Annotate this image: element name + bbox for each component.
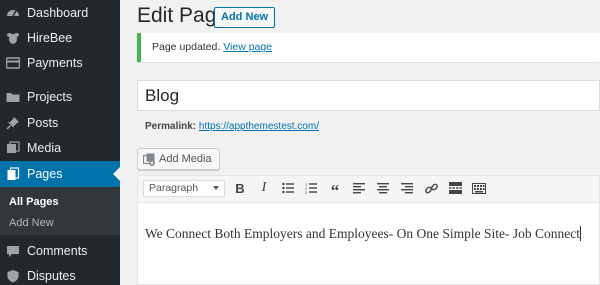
sidebar-item-label: Dashboard [27,6,89,20]
comments-icon [7,246,19,257]
align-center-button[interactable] [376,181,390,195]
sidebar-item-disputes[interactable]: Disputes [0,263,120,285]
shield-icon [7,270,19,283]
add-media-button[interactable]: Add Media [137,148,220,170]
align-right-icon [401,183,413,194]
payments-icon [6,57,20,69]
link-icon [424,183,438,193]
submenu-item-add-new[interactable]: Add New [9,217,54,229]
dashboard-icon [7,10,19,17]
add-media-label: Add Media [159,153,212,165]
sidebar-item-payments[interactable]: Payments [0,50,120,76]
toolbar-toggle-icon [472,182,486,194]
media-icon [7,141,20,153]
italic-icon: I [261,180,267,195]
sidebar-item-media[interactable]: Media [0,135,120,161]
insert-link-button[interactable] [424,181,438,195]
post-title-input[interactable] [137,80,600,111]
submenu-item-all-pages[interactable]: All Pages [9,196,59,208]
permalink-label: Permalink: [145,121,197,132]
sidebar-item-dashboard[interactable]: Dashboard [0,0,120,26]
sidebar-item-projects[interactable]: Projects [0,84,120,110]
bold-icon: B [235,180,245,196]
sidebar-item-label: Pages [27,167,63,181]
blockquote-icon: “ [330,181,340,200]
sidebar-item-label: Media [27,141,62,155]
sidebar-item-posts[interactable]: Posts [0,110,120,136]
hirebee-icon [7,33,19,44]
sidebar-item-label: Posts [27,116,59,130]
sidebar-item-label: Projects [27,90,73,104]
folder-icon [6,93,20,102]
pin-icon [6,117,19,130]
italic-button[interactable]: I [257,180,271,195]
bullet-list-icon [282,182,294,194]
svg-text:3: 3 [305,190,308,194]
editor-toolbar: Paragraph B I 123 “ [137,175,600,202]
read-more-icon [448,182,462,194]
format-select-value: Paragraph [149,182,199,194]
numbered-list-button[interactable]: 123 [304,181,318,195]
add-new-button[interactable]: Add New [214,7,276,28]
admin-sidebar: Dashboard HireBee Payments Projects Post… [0,0,120,285]
permalink-link[interactable]: https://appthemestest.com/ [199,121,319,132]
sidebar-item-pages[interactable]: Pages [0,161,120,187]
align-right-button[interactable] [400,181,414,195]
read-more-button[interactable] [448,181,462,195]
success-notice: Page updated. View page [137,33,600,62]
text-cursor [579,226,581,241]
align-center-icon [377,183,389,194]
content-editor[interactable]: We Connect Both Employers and Employees-… [137,202,600,285]
toolbar-toggle-button[interactable] [472,181,486,195]
sidebar-item-comments[interactable]: Comments [0,238,120,264]
format-select[interactable]: Paragraph [143,180,225,197]
notice-message: Page updated. [152,41,221,53]
view-page-link[interactable]: View page [223,41,272,53]
pages-icon [7,167,20,180]
editor-content: We Connect Both Employers and Employees-… [145,226,580,241]
sidebar-item-hirebee[interactable]: HireBee [0,25,120,51]
chevron-down-icon [213,186,219,190]
bullet-list-button[interactable] [281,181,295,195]
add-media-icon [143,153,155,166]
blockquote-button[interactable]: “ [328,181,342,200]
sidebar-item-label: Payments [27,56,83,70]
sidebar-item-label: Comments [27,244,88,258]
align-left-button[interactable] [352,181,366,195]
align-left-icon [353,183,365,194]
permalink: Permalink: https://appthemestest.com/ [145,121,319,132]
sidebar-item-label: HireBee [27,31,73,45]
bold-button[interactable]: B [233,180,247,196]
pages-submenu: All Pages Add New [0,187,120,235]
numbered-list-icon: 123 [305,182,317,194]
sidebar-item-label: Disputes [27,269,76,283]
